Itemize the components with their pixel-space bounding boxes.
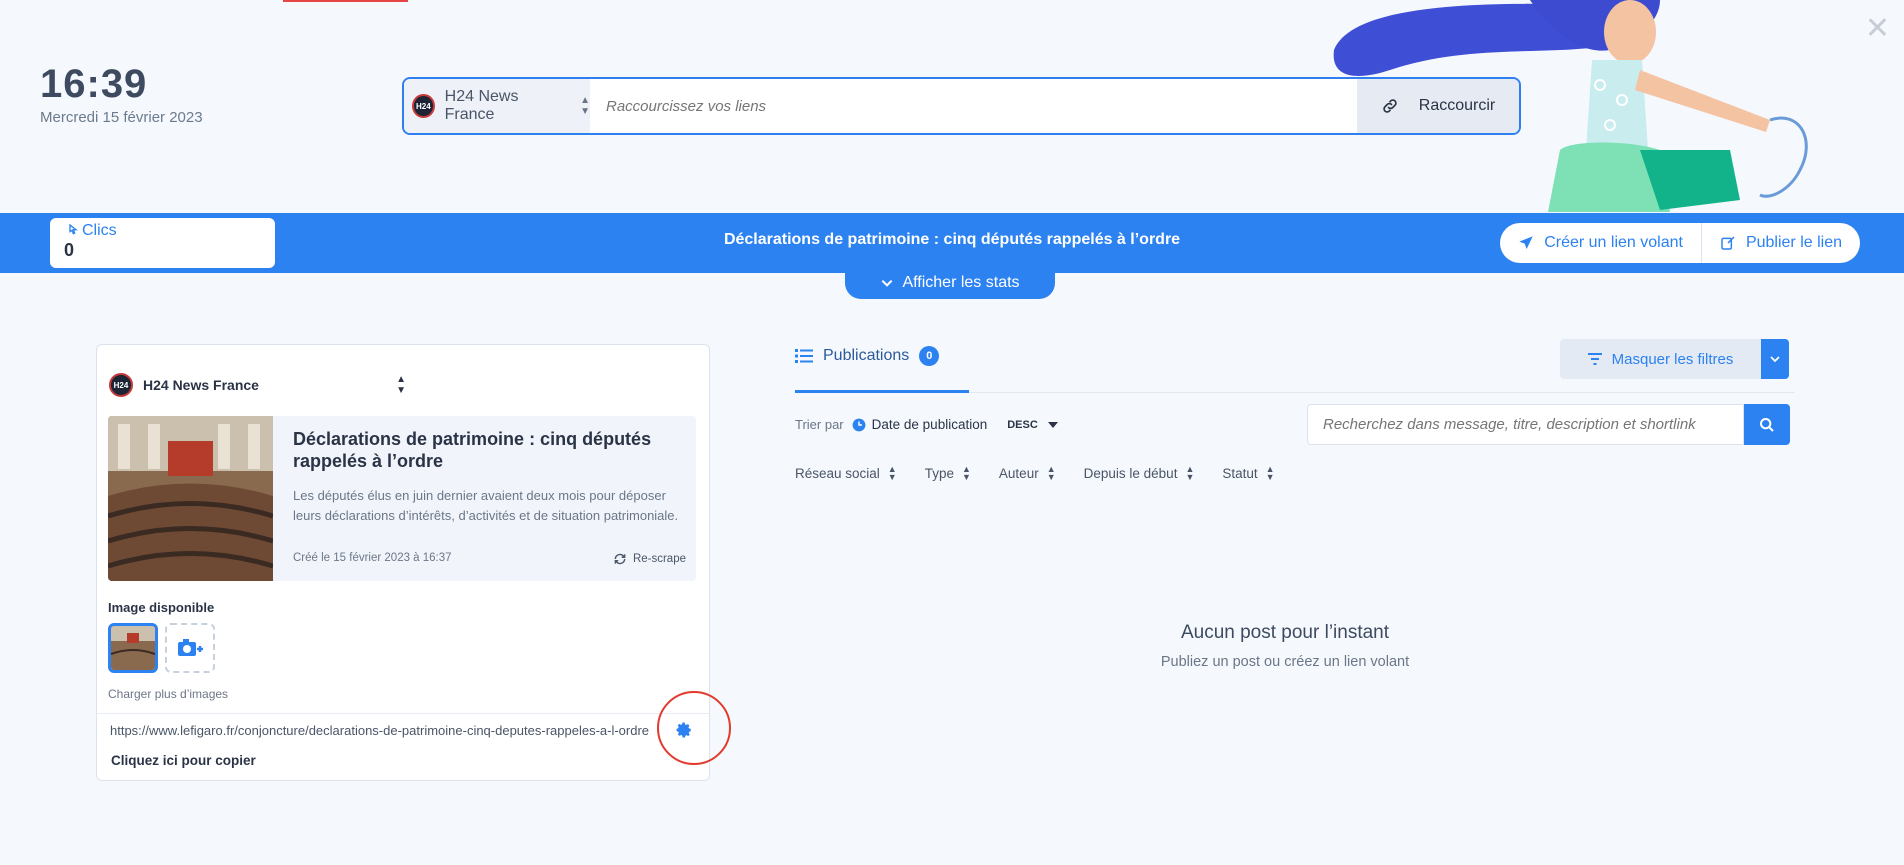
sort-arrows-icon: ▲ ▼: [1046, 464, 1056, 482]
empty-state: Aucun post pour l’instant Publiez un pos…: [1000, 622, 1570, 670]
account-select[interactable]: H24 H24 News France ▲ ▼: [404, 79, 590, 133]
add-image-button[interactable]: [165, 623, 215, 673]
sort-field-select[interactable]: Date de publication: [852, 417, 988, 432]
filter-label: Réseau social: [795, 465, 880, 481]
top-accent-line: [283, 0, 408, 2]
sort-arrows-icon: ▲ ▼: [1185, 464, 1195, 482]
send-icon: [1519, 236, 1533, 249]
caret-down-icon: [1047, 421, 1058, 428]
sort-field-label: Date de publication: [871, 417, 988, 432]
filter-type[interactable]: Type ▲ ▼: [924, 464, 971, 482]
sort-direction-label: DESC: [1007, 418, 1038, 431]
copy-link-button[interactable]: Cliquez ici pour copier: [111, 753, 256, 768]
publish-link-label: Publier le lien: [1745, 234, 1842, 251]
publications-count-badge: 0: [919, 346, 940, 366]
article-preview: Déclarations de patrimoine : cinq député…: [108, 416, 696, 581]
shorten-url-input[interactable]: [590, 79, 1357, 133]
card-account-logo: H24: [109, 373, 133, 397]
create-flying-link-label: Créer un lien volant: [1544, 234, 1683, 251]
show-stats-toggle[interactable]: Afficher les stats: [845, 267, 1055, 299]
chevron-down-icon: [882, 279, 893, 287]
selected-image-thumb[interactable]: [108, 623, 158, 673]
filters-button-group: Masquer les filtres: [1560, 339, 1789, 379]
close-icon[interactable]: ✕: [1865, 14, 1890, 44]
bar-actions: Créer un lien volant Publier le lien: [1500, 223, 1860, 263]
link-bar: Clics 0 Déclarations de patrimoine : cin…: [0, 213, 1904, 273]
select-arrows-icon: ▲ ▼: [580, 95, 590, 117]
filter-period[interactable]: Depuis le début ▲ ▼: [1083, 464, 1195, 482]
article-description: Les députés élus en juin dernier avaient…: [293, 488, 679, 523]
decorative-illustration: [1333, 0, 1808, 212]
divider: [97, 713, 709, 714]
article-title: Déclarations de patrimoine : cinq député…: [293, 429, 652, 471]
clock-date: Mercredi 15 février 2023: [40, 109, 203, 126]
tab-publications[interactable]: Publications 0: [795, 346, 940, 366]
filter-icon: [1587, 353, 1602, 365]
rescrape-button[interactable]: Re-scrape: [613, 552, 686, 566]
filters-dropdown-button[interactable]: [1761, 339, 1789, 379]
create-flying-link-button[interactable]: Créer un lien volant: [1500, 223, 1702, 263]
clock-time: 16:39: [40, 62, 148, 106]
filter-social-network[interactable]: Réseau social ▲ ▼: [795, 464, 897, 482]
filter-label: Type: [924, 465, 954, 481]
hide-filters-button[interactable]: Masquer les filtres: [1560, 339, 1761, 379]
search-button[interactable]: [1744, 404, 1790, 445]
edit-icon: [1721, 236, 1735, 250]
article-thumbnail: [108, 416, 273, 581]
empty-state-title: Aucun post pour l’instant: [1180, 622, 1390, 643]
image-thumbnail: [111, 626, 155, 670]
article-url[interactable]: https://www.lefigaro.fr/conjoncture/decl…: [110, 723, 670, 738]
sort-arrows-icon: ▲ ▼: [962, 464, 971, 482]
sort-arrows-icon: ▲ ▼: [887, 464, 897, 482]
active-tab-indicator: [795, 390, 969, 393]
publications-search-input[interactable]: [1307, 404, 1744, 445]
add-photo-icon: [178, 639, 203, 656]
show-stats-label: Afficher les stats: [902, 274, 1020, 291]
filter-author[interactable]: Auteur ▲ ▼: [998, 464, 1056, 482]
publish-link-button[interactable]: Publier le lien: [1701, 223, 1860, 263]
search-icon: [1760, 417, 1774, 432]
sort-by-label: Trier par: [795, 417, 844, 432]
card-account-name: H24 News France: [143, 377, 259, 393]
available-image-label: Image disponible: [108, 600, 215, 615]
filter-label: Statut: [1222, 465, 1258, 481]
clock: 16:39 Mercredi 15 février 2023: [40, 62, 203, 126]
sort-direction-select[interactable]: DESC: [1007, 419, 1058, 431]
account-logo: H24: [412, 94, 435, 118]
select-arrows-icon: ▲ ▼: [396, 374, 406, 396]
filter-label: Depuis le début: [1083, 465, 1178, 481]
load-more-images-link[interactable]: Charger plus d’images: [108, 687, 228, 701]
link-preview-card: H24 H24 News France ▲ ▼ Déclarations de p…: [96, 344, 710, 781]
refresh-icon: [614, 553, 626, 565]
chevron-down-icon: [1770, 356, 1780, 363]
filter-label: Auteur: [998, 465, 1039, 481]
rescrape-label: Re-scrape: [632, 553, 686, 565]
sort-row: Trier par Date de publication DESC: [795, 417, 1058, 432]
account-name: H24 News France: [444, 88, 519, 123]
publications-search: [1307, 404, 1790, 445]
sort-arrows-icon: ▲ ▼: [1265, 464, 1275, 482]
clock-icon: [852, 418, 866, 431]
card-account-select[interactable]: H24 H24 News France ▲ ▼: [109, 365, 412, 405]
filter-row: Réseau social ▲ ▼ Type ▲ ▼ Auteur ▲ ▼ Depuis l…: [795, 464, 1303, 482]
tab-publications-label: Publications: [823, 347, 910, 364]
list-icon: [795, 349, 813, 363]
highlight-circle: [657, 691, 731, 765]
article-created-date: Créé le 15 février 2023 à 16:37: [293, 552, 452, 564]
hide-filters-label: Masquer les filtres: [1611, 350, 1734, 368]
filter-status[interactable]: Statut ▲ ▼: [1222, 464, 1275, 482]
empty-state-subtitle: Publiez un post ou créez un lien volant: [1160, 654, 1410, 670]
